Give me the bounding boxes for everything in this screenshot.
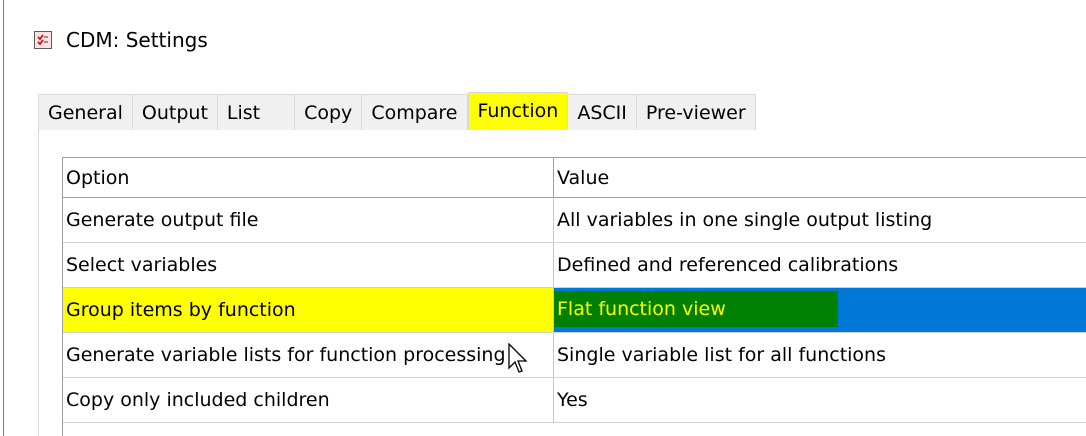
tab-function[interactable]: Function [467, 92, 569, 130]
grid-row[interactable]: Copy only included children Yes [63, 378, 1086, 423]
checklist-icon [34, 31, 52, 49]
grid-header-row: Option Value [63, 158, 1086, 198]
tab-list[interactable]: List [217, 94, 296, 130]
value-cell[interactable]: Yes [554, 378, 1086, 422]
grid-row[interactable]: Generate variable lists for function pro… [63, 333, 1086, 378]
tab-ascii[interactable]: ASCII [568, 94, 637, 130]
option-cell: Group items by function [63, 288, 554, 332]
tab-general[interactable]: General [38, 94, 133, 130]
settings-grid: Option Value Generate output file All va… [62, 157, 1086, 436]
tab-compare[interactable]: Compare [362, 94, 468, 130]
window-title: CDM: Settings [66, 28, 208, 52]
value-cell-selected[interactable]: Flat function view [554, 288, 1086, 332]
window-left-edge [0, 0, 4, 436]
column-header-option[interactable]: Option [63, 158, 554, 197]
tab-output[interactable]: Output [132, 94, 218, 130]
grid-row[interactable]: Select variables Defined and referenced … [63, 243, 1086, 288]
option-cell: Copy only included children [63, 378, 554, 422]
tab-pre-viewer[interactable]: Pre-viewer [636, 94, 756, 130]
option-cell: Generate variable lists for function pro… [63, 333, 554, 377]
column-header-value[interactable]: Value [554, 158, 1086, 197]
settings-tabs: General Output List Copy Compare Functio… [38, 92, 1086, 131]
grid-row[interactable]: Generate output file All variables in on… [63, 198, 1086, 243]
title-bar: CDM: Settings [34, 24, 208, 56]
option-cell: Generate output file [63, 198, 554, 242]
value-cell[interactable]: All variables in one single output listi… [554, 198, 1086, 242]
tab-copy[interactable]: Copy [295, 94, 363, 130]
value-cell[interactable]: Defined and referenced calibrations [554, 243, 1086, 287]
option-cell: Select variables [63, 243, 554, 287]
value-cell[interactable]: Single variable list for all functions [554, 333, 1086, 377]
selected-value-text: Flat function view [554, 291, 838, 327]
mouse-pointer-icon [508, 343, 528, 373]
grid-row-selected[interactable]: Group items by function Flat function vi… [63, 288, 1086, 333]
